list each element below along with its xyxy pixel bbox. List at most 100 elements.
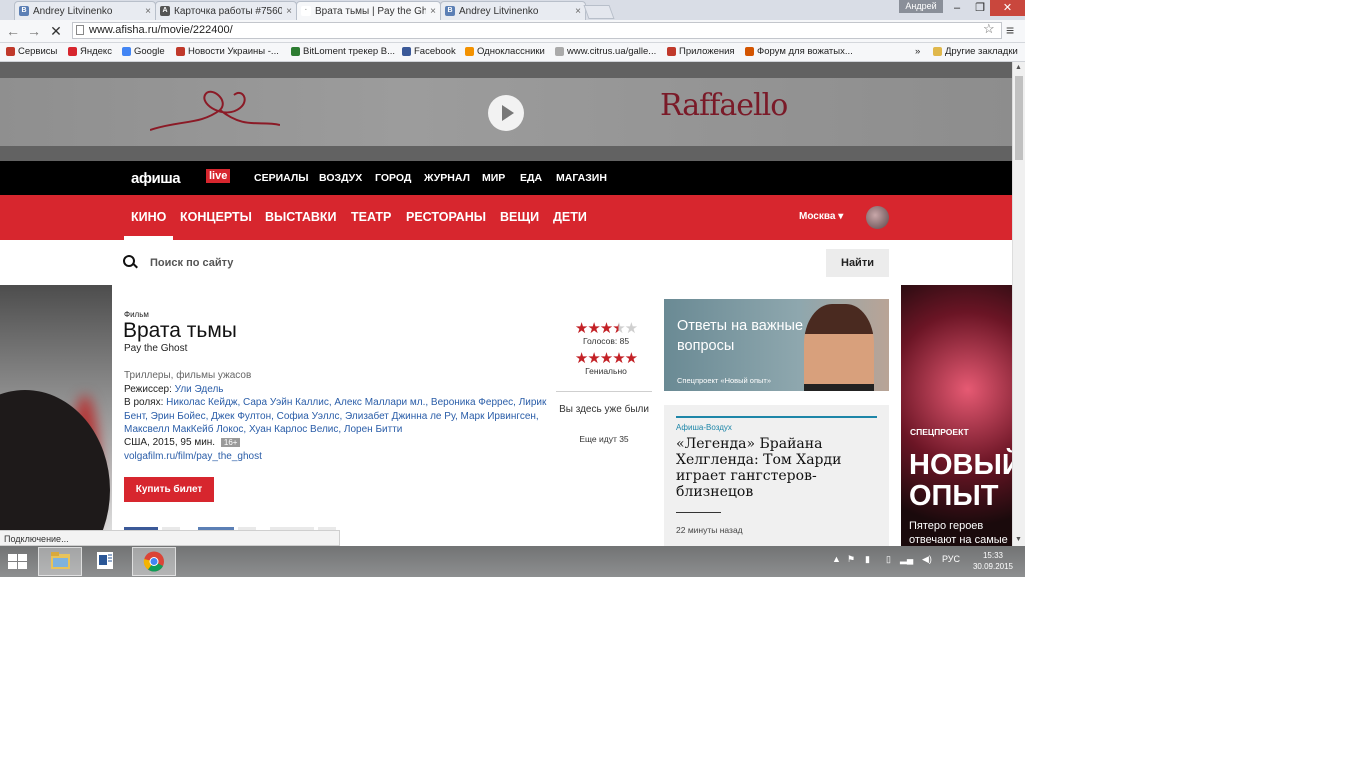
chrome-menu-icon[interactable]: ≡ [1006,22,1014,38]
ad-banner[interactable]: Raffaello [0,62,1012,161]
scrollbar-thumb[interactable] [1015,76,1023,160]
tab-vystavki[interactable]: ВЫСТАВКИ [265,210,337,224]
card-category[interactable]: Афиша-Воздух [676,423,732,432]
profile-button[interactable]: Андрей [899,0,943,13]
afisha-logo[interactable]: афиша [131,170,181,187]
tab-title: Andrey Litvinenko [33,5,113,17]
tab-teatr[interactable]: ТЕАТР [351,210,391,224]
nav-vozdukh[interactable]: ВОЗДУХ [319,172,362,184]
tab-kino[interactable]: КИНО [131,210,166,224]
bookmark-facebook[interactable]: Facebook [402,46,456,57]
bookmark-citrus[interactable]: www.citrus.ua/galle... [555,46,656,57]
close-icon[interactable]: × [430,6,436,17]
app-icon: A [160,6,170,16]
browser-tab-4[interactable]: B Andrey Litvinenko × [440,1,586,20]
other-bookmarks[interactable]: Другие закладки [933,46,1018,57]
tab-restorany[interactable]: РЕСТОРАНЫ [406,210,486,224]
bookmark-star-icon[interactable]: ☆ [983,21,995,37]
bookmark-apps[interactable]: Приложения [667,46,735,57]
chrome-taskbar-button[interactable] [132,547,176,576]
flag-icon[interactable]: ⚑ [847,554,855,565]
search-button[interactable]: Найти [826,249,889,277]
window-close-button[interactable]: ✕ [990,0,1025,16]
bookmark-forum[interactable]: Форум для вожатых... [745,46,853,57]
tab-veshchi[interactable]: ВЕЩИ [500,210,539,224]
network-icon[interactable]: ▂▄ [900,554,913,565]
nav-gorod[interactable]: ГОРОД [375,172,411,184]
language-indicator[interactable]: РУС [942,554,960,564]
news-card[interactable]: Афиша-Воздух «Легенда» Брайана Хелгленда… [664,405,889,546]
buy-ticket-button[interactable]: Купить билет [124,477,214,502]
genre[interactable]: Триллеры, фильмы ужасов [124,370,251,381]
bookmarks-overflow[interactable]: » [915,46,920,57]
new-tab-button[interactable] [583,5,615,19]
close-icon[interactable]: × [145,6,151,17]
user-rating-stars[interactable]: ★★★★★ [560,321,652,337]
windows-start-icon[interactable] [8,554,28,570]
director: Режиссер: Ули Эдель [124,383,224,397]
battery-icon[interactable]: ▯ [886,554,891,565]
bookmark-tracker[interactable]: BitLoment трекер B... [291,46,395,57]
tab-deti[interactable]: ДЕТИ [553,210,587,224]
browser-tab-2[interactable]: A Карточка работы #75606 × [155,1,297,20]
seen-status[interactable]: Вы здесь уже были [556,403,652,416]
official-site-link[interactable]: volgafilm.ru/film/pay_the_ghost [124,451,262,462]
bookmark-news[interactable]: Новости Украины -... [176,46,279,57]
stop-icon[interactable]: ✕ [47,22,65,40]
close-icon[interactable]: × [575,6,581,17]
reader-taskbar-button[interactable] [85,547,129,576]
promo-banner[interactable]: Ответы на важные вопросы Спецпроект «Нов… [664,299,889,391]
promo-subtitle: Спецпроект «Новый опыт» [677,376,772,385]
vk-icon: B [19,6,29,16]
page-scrollbar[interactable]: ▲ ▼ [1012,62,1025,546]
back-icon[interactable]: ← [4,22,22,40]
clock[interactable]: 15:33 30.09.2015 [968,550,1018,572]
tab-title: Andrey Litvinenko [459,5,539,17]
star-icon: ★ [624,320,638,337]
cast-links[interactable]: Николас Кейдж, Сара Уэйн Каллис, Алекс М… [124,397,546,435]
nav-mir[interactable]: МИР [482,172,505,184]
close-icon[interactable]: × [286,6,292,17]
star-icon: ★ [587,350,600,367]
votes-count: Голосов: 85 [582,336,630,346]
movie-content: Фильм Врата тьмы Pay the Ghost Триллеры,… [112,285,901,546]
cast: В ролях: Николас Кейдж, Сара Уэйн Каллис… [124,396,549,437]
critic-verdict: Гениально [585,366,627,376]
top-navbar: афиша live СЕРИАЛЫ ВОЗДУХ ГОРОД ЖУРНАЛ М… [0,161,1012,195]
bookmark-odnoklassniki[interactable]: Одноклассники [465,46,545,57]
card-headline[interactable]: «Легенда» Брайана Хелгленда: Том Харди и… [676,436,876,500]
chrome-icon [143,551,164,572]
address-bar[interactable]: www.afisha.ru/movie/222400/ [72,22,1002,39]
side-ad[interactable]: СПЕЦПРОЕКТ НОВЫЙ ОПЫТ Пятеро героев отве… [901,285,1012,546]
nav-zhurnal[interactable]: ЖУРНАЛ [424,172,470,184]
showings-link[interactable]: Еще идут 35 [556,434,652,444]
scroll-down-icon[interactable]: ▼ [1015,536,1022,543]
maximize-button[interactable]: ❐ [970,0,990,16]
browser-tab-3[interactable]: · Врата тьмы | Pay the Gho × [296,1,441,20]
explorer-taskbar-button[interactable] [38,547,82,576]
bookmark-services[interactable]: Сервисы [6,46,57,57]
live-badge[interactable]: live [206,169,231,183]
director-label: Режиссер: [124,384,172,395]
tab-koncerty[interactable]: КОНЦЕРТЫ [180,210,252,224]
nav-serials[interactable]: СЕРИАЛЫ [254,172,309,184]
document-icon [97,552,113,569]
search-input[interactable] [148,253,752,273]
avatar[interactable] [866,206,889,229]
star-icon: ★ [599,320,613,337]
tray-expand-icon[interactable]: ▲ [832,554,841,564]
nav-magazin[interactable]: МАГАЗИН [556,172,607,184]
director-link[interactable]: Ули Эдель [175,384,224,395]
minimize-button[interactable]: – [944,0,970,16]
bookmark-google[interactable]: Google [122,46,165,57]
scroll-up-icon[interactable]: ▲ [1015,64,1022,71]
bookmark-yandex[interactable]: Яндекс [68,46,112,57]
city-selector[interactable]: Москва ▾ [799,211,843,222]
nav-eda[interactable]: ЕДА [520,172,542,184]
action-center-icon[interactable]: ▮ [865,554,870,565]
browser-tab-1[interactable]: B Andrey Litvinenko × [14,1,156,20]
play-icon[interactable] [488,95,524,131]
star-icon: ★ [574,320,588,337]
volume-icon[interactable]: ◀) [922,554,932,565]
forward-icon[interactable]: → [25,22,43,40]
